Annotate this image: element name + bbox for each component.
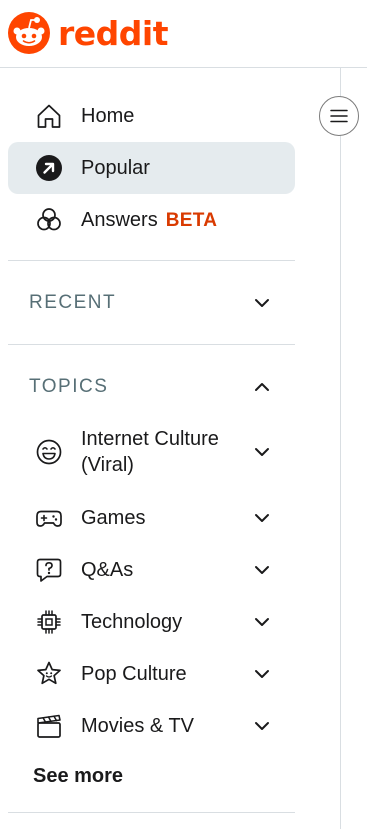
- topic-qas[interactable]: Q&As: [8, 548, 295, 592]
- topic-internet-culture[interactable]: Internet Culture (Viral): [8, 424, 295, 480]
- gamepad-icon: [34, 503, 64, 533]
- topic-pop-culture[interactable]: Pop Culture: [8, 652, 295, 696]
- home-icon: [34, 101, 64, 131]
- beta-badge: BETA: [165, 209, 218, 231]
- recent-section-header[interactable]: RECENT: [8, 281, 295, 325]
- chevron-down-icon: [251, 611, 273, 633]
- question-bubble-icon: [34, 555, 64, 585]
- topics-section-header[interactable]: TOPICS: [8, 365, 295, 409]
- laughing-face-icon: [34, 437, 64, 467]
- topic-label: Technology: [81, 611, 183, 633]
- reddit-logo[interactable]: reddit: [8, 12, 169, 54]
- nav-item-answers[interactable]: Answers BETA: [8, 194, 295, 246]
- chevron-down-icon: [251, 292, 273, 314]
- topic-technology[interactable]: Technology: [8, 600, 295, 644]
- recent-section-title: RECENT: [29, 292, 117, 313]
- clapperboard-icon: [34, 711, 64, 741]
- star-face-icon: [34, 659, 64, 689]
- chevron-down-icon: [251, 663, 273, 685]
- answers-icon: [34, 205, 64, 235]
- nav-item-label: Home: [81, 104, 135, 127]
- chevron-up-icon: [251, 376, 273, 398]
- topic-label: Movies & TV: [81, 715, 194, 737]
- nav-item-home[interactable]: Home: [8, 90, 295, 142]
- see-more-link[interactable]: See more: [33, 765, 123, 788]
- topic-movies-tv[interactable]: Movies & TV: [8, 704, 295, 748]
- divider: [8, 260, 295, 261]
- chevron-down-icon: [251, 441, 273, 463]
- hamburger-menu-icon: [330, 109, 348, 123]
- chevron-down-icon: [251, 559, 273, 581]
- topic-label: Q&As: [81, 559, 134, 581]
- topics-section-title: TOPICS: [29, 376, 109, 397]
- nav-item-label: Answers: [81, 208, 158, 231]
- topic-label-line1: Internet Culture: [81, 428, 219, 450]
- top-header: reddit: [0, 0, 367, 68]
- topic-label: Internet Culture (Viral): [81, 426, 241, 478]
- popular-arrow-icon: [34, 153, 64, 183]
- topic-label: Pop Culture: [81, 663, 187, 685]
- topic-games[interactable]: Games: [8, 496, 295, 540]
- reddit-snoo-icon: [8, 12, 50, 54]
- topic-label: Games: [81, 507, 146, 529]
- sidebar-divider: [340, 68, 341, 829]
- nav-item-popular[interactable]: Popular: [8, 142, 295, 194]
- chevron-down-icon: [251, 507, 273, 529]
- divider: [8, 344, 295, 345]
- topic-label-line2: (Viral): [81, 454, 134, 476]
- chevron-down-icon: [251, 715, 273, 737]
- divider: [8, 812, 295, 813]
- reddit-wordmark: reddit: [58, 13, 169, 53]
- nav-item-label: Popular: [81, 156, 150, 179]
- collapse-nav-button[interactable]: [319, 96, 359, 136]
- nav-item-label-group: Answers BETA: [81, 209, 217, 232]
- chip-icon: [34, 607, 64, 637]
